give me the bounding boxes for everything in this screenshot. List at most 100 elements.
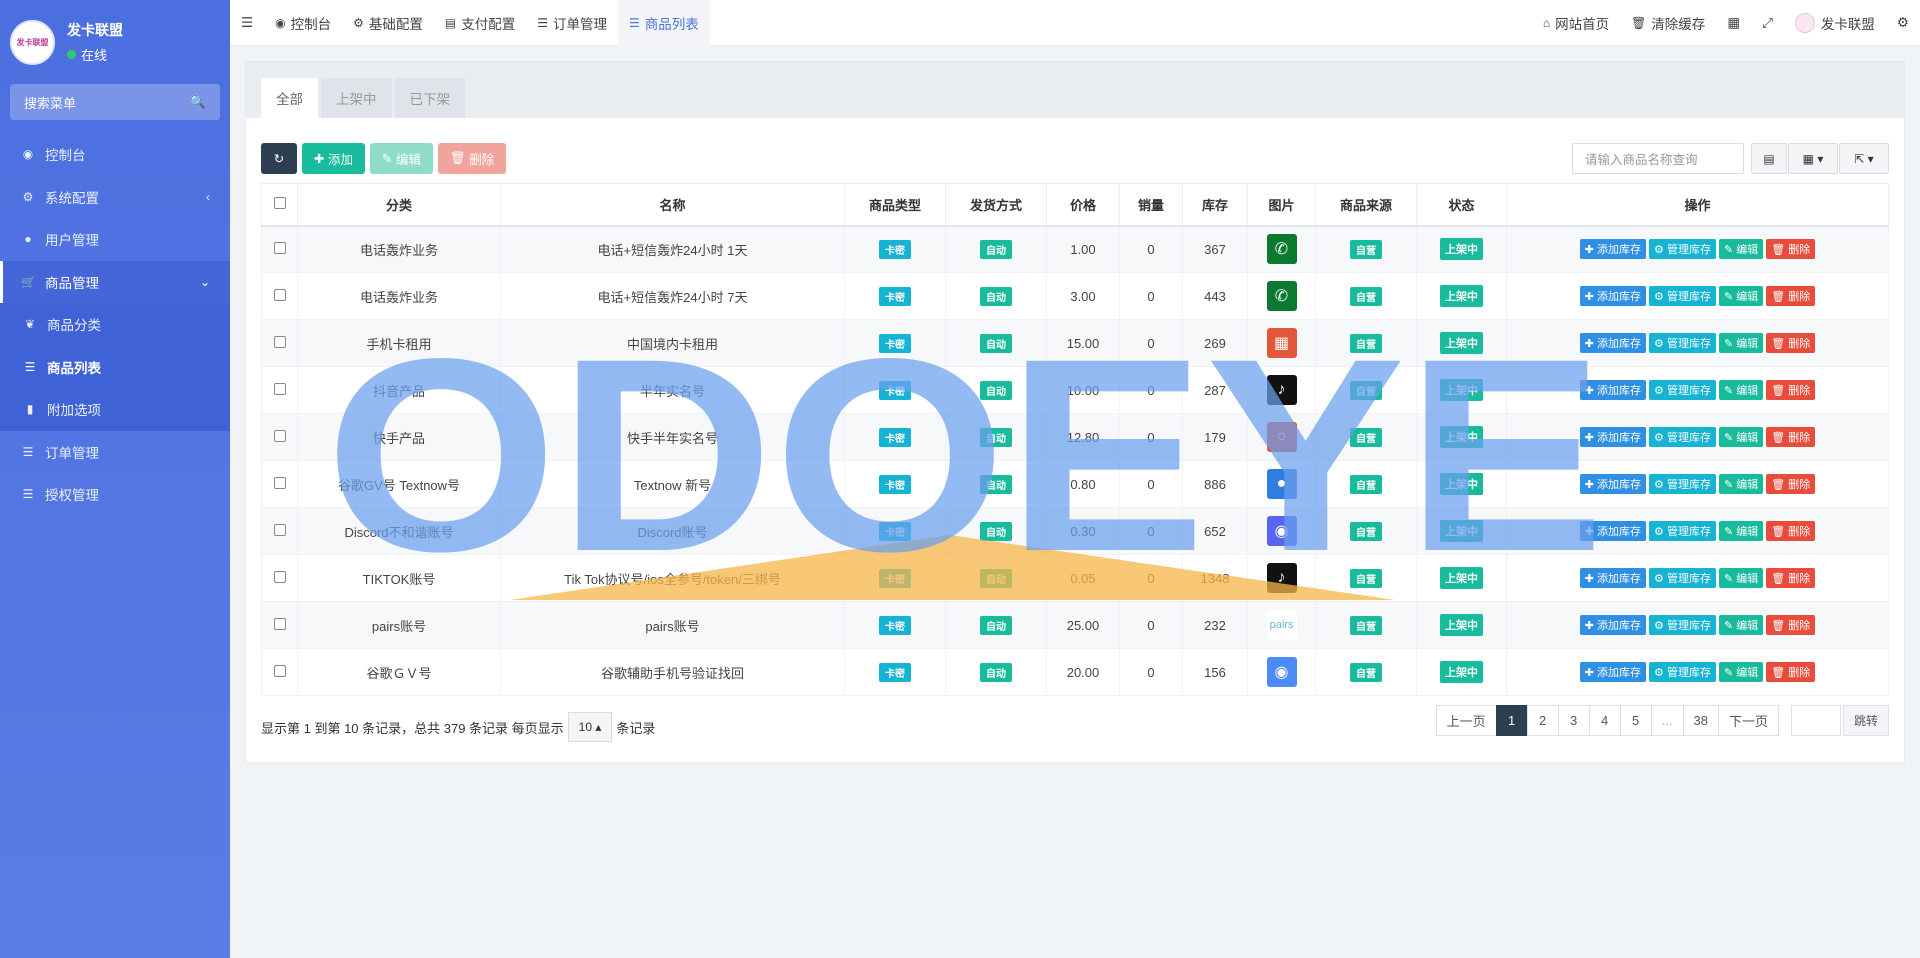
col-price[interactable]: 价格	[1046, 183, 1120, 227]
manage-stock-button[interactable]: ⚙ 管理库存	[1649, 427, 1716, 447]
product-image[interactable]: ✆	[1266, 281, 1297, 311]
page-1-button[interactable]: 1	[1495, 705, 1528, 736]
row-edit-button[interactable]: ✎ 编辑	[1718, 333, 1764, 353]
page-3-button[interactable]: 3	[1557, 705, 1590, 736]
table-row[interactable]: pairs账号 pairs账号 卡密 自动 25.00 0 232 pairs 自营 上架中 ✚ 添…	[261, 601, 1889, 649]
sidebar-item-users[interactable]: ● 用户管理	[0, 218, 230, 261]
table-row[interactable]: 手机卡租用 中国境内卡租用 卡密 自动 15.00 0 269 ▦ 自营 上架中 ✚ 添加库存 ⚙ 管…	[261, 319, 1889, 367]
add-button[interactable]: ✚ 添加	[302, 143, 365, 174]
sidebar-item-goods-category[interactable]: ❦ 商品分类	[0, 303, 230, 346]
row-checkbox[interactable]	[273, 382, 286, 395]
product-image[interactable]: ♪	[1266, 375, 1297, 405]
columns-dropdown[interactable]: ▦ ▾	[1788, 143, 1838, 174]
tab-basic-config[interactable]: ⚙ 基础配置	[342, 0, 434, 46]
row-delete-button[interactable]: 🗑 删除	[1766, 474, 1816, 494]
manage-stock-button[interactable]: ⚙ 管理库存	[1649, 615, 1716, 635]
row-checkbox[interactable]	[273, 617, 286, 630]
next-page-button[interactable]: 下一页	[1717, 705, 1779, 736]
row-delete-button[interactable]: 🗑 删除	[1766, 568, 1816, 588]
add-stock-button[interactable]: ✚ 添加库存	[1579, 474, 1647, 494]
row-checkbox[interactable]	[273, 476, 286, 489]
col-category[interactable]: 分类	[297, 183, 501, 227]
row-edit-button[interactable]: ✎ 编辑	[1718, 568, 1764, 588]
sidebar-item-goods-list[interactable]: ☰ 商品列表	[0, 346, 230, 389]
manage-stock-button[interactable]: ⚙ 管理库存	[1649, 474, 1716, 494]
row-delete-button[interactable]: 🗑 删除	[1766, 615, 1816, 635]
page-size-select[interactable]: 10 ▴	[567, 712, 613, 742]
add-stock-button[interactable]: ✚ 添加库存	[1579, 380, 1647, 400]
user-menu[interactable]: 发卡联盟	[1784, 0, 1886, 46]
status-toggle[interactable]: 上架中	[1440, 285, 1483, 307]
row-edit-button[interactable]: ✎ 编辑	[1718, 521, 1764, 541]
manage-stock-button[interactable]: ⚙ 管理库存	[1649, 239, 1716, 260]
tab-payment-config[interactable]: ▤ 支付配置	[434, 0, 526, 46]
product-image[interactable]: ◉	[1266, 657, 1297, 687]
jump-button[interactable]: 跳转	[1842, 705, 1889, 736]
manage-stock-button[interactable]: ⚙ 管理库存	[1649, 380, 1716, 400]
add-stock-button[interactable]: ✚ 添加库存	[1579, 662, 1647, 682]
status-toggle[interactable]: 上架中	[1440, 567, 1483, 589]
manage-stock-button[interactable]: ⚙ 管理库存	[1649, 662, 1716, 682]
row-edit-button[interactable]: ✎ 编辑	[1718, 380, 1764, 400]
product-image[interactable]: ✆	[1266, 234, 1297, 265]
export-dropdown[interactable]: ⇱ ▾	[1839, 143, 1889, 174]
add-stock-button[interactable]: ✚ 添加库存	[1579, 568, 1647, 588]
tab-goods-list[interactable]: ☰ 商品列表	[617, 0, 710, 46]
col-type[interactable]: 商品类型	[844, 183, 946, 227]
add-stock-button[interactable]: ✚ 添加库存	[1579, 615, 1647, 635]
refresh-button[interactable]: ↻	[261, 143, 297, 174]
product-image[interactable]: ○	[1266, 422, 1297, 452]
table-row[interactable]: 电话轰炸业务 电话+短信轰炸24小时 7天 卡密 自动 3.00 0 443 ✆ 自营 上架中 ✚ …	[261, 272, 1889, 320]
row-delete-button[interactable]: 🗑 删除	[1766, 662, 1816, 682]
row-delete-button[interactable]: 🗑 删除	[1766, 380, 1816, 400]
row-delete-button[interactable]: 🗑 删除	[1766, 427, 1816, 447]
menu-search-input[interactable]: 搜索菜单 🔍	[10, 84, 220, 120]
table-row[interactable]: TIKTOK账号 Tik Tok协议号/ios全参号/token/三绑号 卡密 自动 0…	[261, 554, 1889, 602]
fullscreen-icon[interactable]: ⤢	[1751, 0, 1784, 46]
row-edit-button[interactable]: ✎ 编辑	[1718, 239, 1764, 260]
status-toggle[interactable]: 上架中	[1440, 426, 1483, 448]
sidebar-item-extra-options[interactable]: ▮ 附加选项	[0, 388, 230, 431]
row-delete-button[interactable]: 🗑 删除	[1766, 286, 1816, 306]
select-all-checkbox[interactable]	[273, 196, 286, 209]
row-delete-button[interactable]: 🗑 删除	[1766, 333, 1816, 353]
row-checkbox[interactable]	[273, 335, 286, 348]
row-edit-button[interactable]: ✎ 编辑	[1718, 662, 1764, 682]
row-checkbox[interactable]	[273, 241, 286, 254]
table-row[interactable]: 谷歌ＧＶ号 谷歌辅助手机号验证找回 卡密 自动 20.00 0 156 ◉ 自营 上架中 ✚ 添加库…	[261, 648, 1889, 696]
row-edit-button[interactable]: ✎ 编辑	[1718, 474, 1764, 494]
status-toggle[interactable]: 上架中	[1440, 661, 1483, 683]
add-stock-button[interactable]: ✚ 添加库存	[1579, 239, 1647, 260]
sidebar-item-orders[interactable]: ☰ 订单管理	[0, 431, 230, 474]
status-toggle[interactable]: 上架中	[1440, 379, 1483, 401]
product-image[interactable]: ●	[1266, 469, 1297, 499]
tab-off-shelf[interactable]: 已下架	[394, 78, 465, 118]
table-row[interactable]: 抖音产品 半年实名号 卡密 自动 10.00 0 287 ♪ 自营 上架中 ✚ 添加库存 ⚙ 管理库存…	[261, 366, 1889, 414]
tab-orders[interactable]: ☰ 订单管理	[526, 0, 618, 46]
row-checkbox[interactable]	[273, 429, 286, 442]
status-toggle[interactable]: 上架中	[1440, 520, 1483, 542]
row-delete-button[interactable]: 🗑 删除	[1766, 521, 1816, 541]
manage-stock-button[interactable]: ⚙ 管理库存	[1649, 333, 1716, 353]
translate-icon[interactable]: ▦	[1716, 0, 1751, 46]
row-checkbox[interactable]	[273, 523, 286, 536]
row-checkbox[interactable]	[273, 664, 286, 677]
row-checkbox[interactable]	[273, 288, 286, 301]
add-stock-button[interactable]: ✚ 添加库存	[1579, 427, 1647, 447]
manage-stock-button[interactable]: ⚙ 管理库存	[1649, 521, 1716, 541]
add-stock-button[interactable]: ✚ 添加库存	[1579, 521, 1647, 541]
table-row[interactable]: 谷歌GV号 Textnow号 Textnow 新号 卡密 自动 0.80 0 886 ● 自营 上…	[261, 460, 1889, 508]
product-image[interactable]: ◉	[1266, 516, 1297, 546]
sidebar-item-dashboard[interactable]: ◉ 控制台	[0, 133, 230, 176]
sidebar-item-goods[interactable]: 🛒 商品管理 ⌄	[0, 260, 230, 303]
status-toggle[interactable]: 上架中	[1440, 614, 1483, 636]
status-toggle[interactable]: 上架中	[1440, 332, 1483, 354]
col-sales[interactable]: 销量	[1119, 183, 1183, 227]
prev-page-button[interactable]: 上一页	[1435, 705, 1497, 736]
tab-all[interactable]: 全部	[261, 78, 318, 118]
jump-page-input[interactable]	[1790, 705, 1841, 736]
product-image[interactable]: pairs	[1266, 610, 1297, 640]
row-edit-button[interactable]: ✎ 编辑	[1718, 286, 1764, 306]
col-delivery[interactable]: 发货方式	[945, 183, 1047, 227]
table-row[interactable]: 电话轰炸业务 电话+短信轰炸24小时 1天 卡密 自动 1.00 0 367 ✆ 自营 上架中 ✚ …	[261, 225, 1889, 273]
